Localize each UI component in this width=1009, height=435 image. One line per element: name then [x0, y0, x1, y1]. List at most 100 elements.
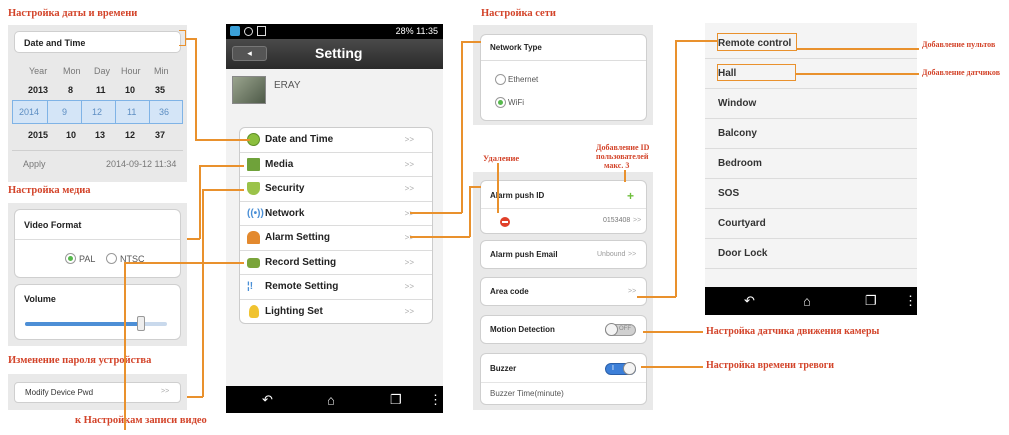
title-bar: ◂ Setting	[226, 39, 443, 69]
cell-year: 2014	[13, 101, 48, 123]
chevron-icon: >>	[404, 184, 414, 193]
remote-icon: ¦!	[247, 281, 254, 292]
status-battery-time: 28% 11:35	[395, 26, 438, 36]
recents-nav-icon[interactable]: ❐	[865, 293, 877, 309]
buzzer-toggle[interactable]: I	[605, 362, 636, 375]
col-year: Year	[29, 66, 48, 76]
status-bar: 28% 11:35	[226, 24, 443, 39]
cell-min: 36	[150, 101, 182, 123]
menu-label: Network	[265, 207, 305, 219]
pal-radio[interactable]	[65, 253, 76, 264]
volume-title: Volume	[24, 294, 56, 304]
caption-motion: Настройка датчика движения камеры	[706, 326, 880, 337]
motion-toggle-state: OFF	[619, 326, 631, 332]
datetime-row[interactable]: 2013 8 11 10 35	[8, 81, 187, 99]
year-option: 2013	[28, 85, 49, 95]
menu-label: Alarm Setting	[265, 232, 331, 243]
delete-id-icon[interactable]	[500, 217, 510, 227]
divider	[15, 239, 180, 240]
ntsc-radio[interactable]	[106, 253, 117, 264]
list-item-sos[interactable]: SOS	[705, 179, 917, 209]
alarm-push-email-label: Alarm push Email	[490, 250, 558, 259]
video-format-card: Video Format PAL NTSC	[14, 209, 181, 278]
chevron-icon: >>	[404, 306, 414, 316]
caption-password: Изменение пароля устройства	[8, 355, 152, 366]
ethernet-label: Ethernet	[508, 75, 539, 84]
menu-label: Record Setting	[265, 256, 337, 268]
menu-item-lighting-set[interactable]: Lighting Set >>	[240, 300, 432, 324]
menu-label: Remote Setting	[265, 281, 339, 292]
connector-line	[199, 165, 201, 239]
wifi-radio[interactable]	[495, 97, 506, 108]
menu-item-date-time[interactable]: Date and Time >>	[240, 128, 432, 153]
list-item-door-lock[interactable]: Door Lock	[705, 239, 917, 269]
chevron-icon: >>	[161, 388, 170, 395]
minus-glyph	[502, 221, 508, 223]
alarm-push-email-row[interactable]: Alarm push Email Unbound >>	[480, 240, 647, 269]
selected-year: 2014	[19, 107, 40, 117]
back-button[interactable]: ◂	[232, 46, 267, 61]
volume-card: Volume	[14, 284, 181, 340]
connector-line	[461, 41, 463, 213]
menu-label: Date and Time	[265, 134, 334, 145]
list-item-window[interactable]: Window	[705, 89, 917, 119]
modify-pwd-row[interactable]: Modify Device Pwd >>	[14, 382, 181, 403]
shield-status-icon	[244, 27, 253, 36]
connector-bracket	[179, 30, 186, 46]
menu-item-alarm-setting[interactable]: Alarm Setting >>	[240, 226, 432, 251]
list-item-balcony[interactable]: Balcony	[705, 119, 917, 149]
datetime-title: Date and Time	[24, 38, 86, 48]
datetime-title-card: Date and Time	[14, 31, 181, 53]
chevron-icon: >>	[628, 288, 637, 295]
home-nav-icon[interactable]: ⌂	[803, 294, 811, 309]
caption-alarm-time: Настройка времени тревоги	[706, 360, 835, 371]
list-item-label: Balcony	[718, 128, 757, 139]
volume-track[interactable]	[25, 322, 167, 326]
connector-line	[199, 165, 244, 167]
list-item-label: Bedroom	[718, 158, 762, 169]
antenna-icon: ((•))	[247, 207, 264, 219]
overflow-menu-icon[interactable]: ⋮	[429, 392, 442, 408]
android-nav-bar: ↶ ⌂ ❐ ⋮	[226, 386, 443, 413]
home-nav-icon[interactable]: ⌂	[327, 392, 335, 407]
chevron-icon: >>	[633, 217, 642, 224]
modify-pwd-label: Modify Device Pwd	[25, 388, 94, 397]
datetime-selected-row[interactable]: 2014 9 12 11 36	[12, 100, 183, 124]
area-code-row[interactable]: Area code >>	[480, 277, 647, 306]
chevron-icon: >>	[404, 159, 414, 169]
menu-item-security[interactable]: Security >>	[240, 177, 432, 202]
day-option: 13	[95, 130, 106, 140]
chevron-icon: >>	[404, 282, 414, 291]
back-nav-icon[interactable]: ↶	[744, 293, 755, 309]
connector-line	[641, 366, 703, 368]
device-thumbnail[interactable]	[232, 76, 266, 104]
menu-item-record-setting[interactable]: Record Setting >>	[240, 251, 432, 275]
day-option: 11	[96, 85, 106, 95]
recents-nav-icon[interactable]: ❐	[390, 392, 402, 408]
menu-item-media[interactable]: Media >>	[240, 153, 432, 177]
menu-item-network[interactable]: ((•)) Network >>	[240, 202, 432, 226]
caption-add-id-2: пользователей	[596, 152, 649, 161]
volume-slider-handle[interactable]	[137, 316, 146, 331]
overflow-menu-icon[interactable]: ⋮	[904, 293, 917, 309]
connector-line	[195, 139, 250, 141]
list-item-courtyard[interactable]: Courtyard	[705, 209, 917, 239]
chevron-icon: >>	[404, 233, 414, 242]
menu-item-remote-setting[interactable]: ¦! Remote Setting >>	[240, 275, 432, 300]
caption-add-id-3: макс. 3	[604, 161, 630, 170]
back-nav-icon[interactable]: ↶	[262, 392, 273, 408]
add-id-icon[interactable]: +	[627, 189, 634, 203]
selected-day: 12	[92, 107, 103, 117]
motion-toggle[interactable]: OFF	[605, 323, 636, 336]
ethernet-radio[interactable]	[495, 74, 506, 85]
video-format-title: Video Format	[24, 220, 82, 230]
datetime-row[interactable]: 2015 10 13 12 37	[8, 126, 187, 144]
apply-button[interactable]: Apply	[23, 159, 46, 169]
wifi-label: WiFi	[508, 98, 524, 107]
buzzer-toggle-state: I	[612, 365, 614, 372]
settings-menu: Date and Time >> Media >> Security >> ((…	[239, 127, 433, 324]
caption-add-id-1: Добавление ID	[596, 143, 650, 152]
buzzer-time-row[interactable]: Buzzer Time(minute)	[490, 389, 564, 398]
list-item-bedroom[interactable]: Bedroom	[705, 149, 917, 179]
password-panel: Modify Device Pwd >>	[8, 374, 187, 410]
